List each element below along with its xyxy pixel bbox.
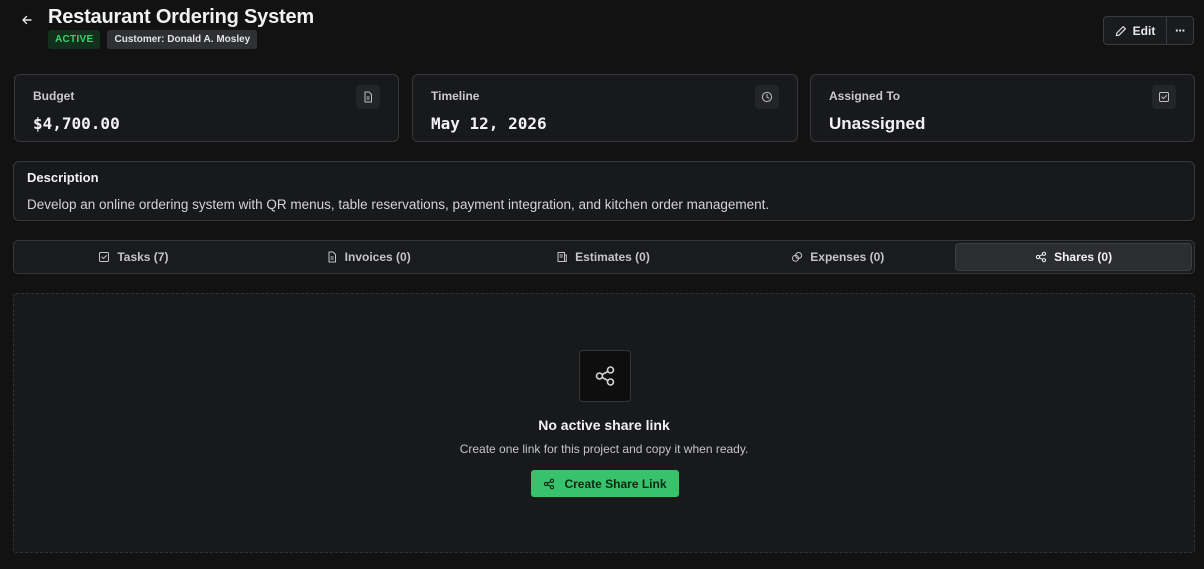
tab-estimates-label: Estimates (0)	[575, 250, 650, 264]
more-options-button[interactable]: ···	[1167, 16, 1194, 45]
share-icon	[1035, 251, 1047, 263]
assigned-card: Assigned To Unassigned	[810, 74, 1195, 142]
document-icon	[356, 85, 380, 109]
checkbox-icon	[99, 252, 110, 262]
empty-state-title: No active share link	[538, 417, 670, 433]
assigned-label: Assigned To	[829, 89, 901, 103]
budget-card: Budget $4,700.00	[14, 74, 399, 142]
coins-icon	[792, 252, 803, 262]
pencil-icon	[1115, 25, 1126, 36]
tab-shares-label: Shares (0)	[1054, 250, 1113, 264]
badge-row: ACTIVE Customer: Donald A. Mosley	[48, 30, 258, 49]
shares-panel: No active share link Create one link for…	[13, 293, 1195, 553]
tab-invoices[interactable]: Invoices (0)	[251, 243, 486, 271]
clock-icon	[755, 85, 779, 109]
budget-label: Budget	[33, 89, 75, 103]
tab-bar: Tasks (7) Invoices (0) Estimates (0) Exp…	[13, 240, 1195, 274]
description-text: Develop an online ordering system with Q…	[27, 197, 770, 212]
create-share-link-label: Create Share Link	[564, 476, 667, 491]
back-button[interactable]	[18, 11, 36, 29]
status-badge: ACTIVE	[48, 30, 101, 49]
timeline-card: Timeline May 12, 2026	[412, 74, 798, 142]
tab-tasks[interactable]: Tasks (7)	[16, 243, 251, 271]
checkbox-icon	[1152, 85, 1176, 109]
assigned-value: Unassigned	[829, 114, 926, 133]
budget-value: $4,700.00	[33, 114, 120, 133]
tab-tasks-label: Tasks (7)	[117, 250, 169, 264]
share-icon	[579, 350, 631, 402]
receipt-icon	[557, 252, 567, 262]
document-icon	[328, 251, 336, 263]
header-actions: Edit ···	[1103, 16, 1194, 45]
share-icon	[544, 478, 555, 489]
page-title: Restaurant Ordering System	[48, 6, 314, 28]
tab-shares[interactable]: Shares (0)	[955, 243, 1192, 271]
tab-expenses-label: Expenses (0)	[810, 250, 885, 264]
tab-expenses[interactable]: Expenses (0)	[720, 243, 955, 271]
customer-badge: Customer: Donald A. Mosley	[107, 30, 258, 49]
edit-label: Edit	[1132, 23, 1156, 38]
create-share-link-button[interactable]: Create Share Link	[531, 470, 679, 497]
description-title: Description	[27, 170, 99, 185]
description-box: Description Develop an online ordering s…	[13, 161, 1195, 221]
timeline-value: May 12, 2026	[431, 114, 547, 133]
tab-invoices-label: Invoices (0)	[344, 250, 411, 264]
edit-button[interactable]: Edit	[1103, 16, 1167, 45]
tab-estimates[interactable]: Estimates (0)	[486, 243, 721, 271]
empty-state-subtitle: Create one link for this project and cop…	[459, 442, 749, 456]
arrow-left-icon	[22, 15, 32, 25]
timeline-label: Timeline	[431, 89, 480, 103]
